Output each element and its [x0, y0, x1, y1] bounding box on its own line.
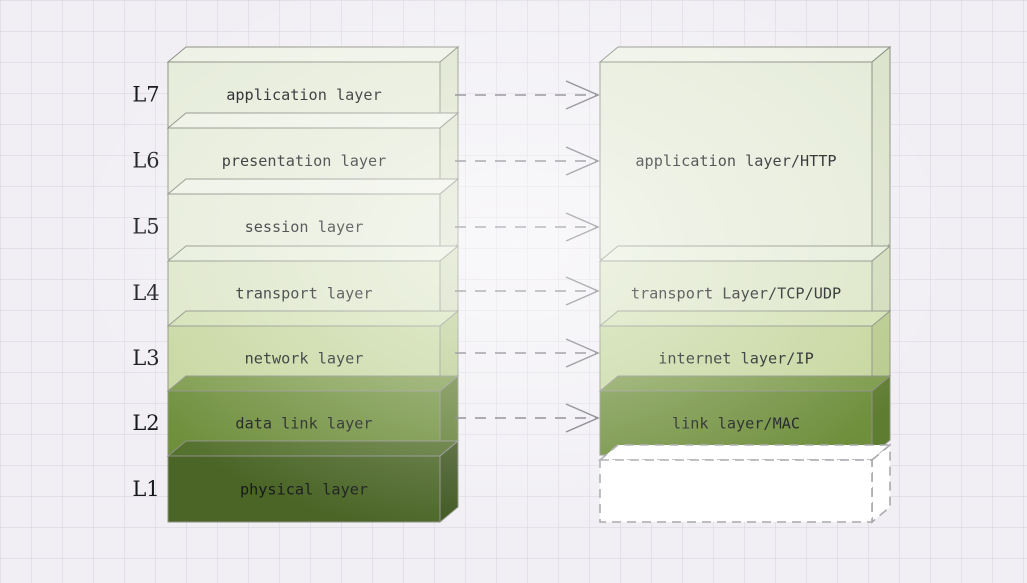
tcpip-layer-4-front-face: [599, 459, 873, 523]
tcpip-layer-0-top-face: [598, 46, 892, 63]
osi-layer-3-top-face: [166, 245, 460, 262]
osi-layer-0-label: application layer: [226, 86, 381, 104]
osi-layer-1-label: presentation layer: [222, 152, 387, 170]
osi-layer-6-label: physical layer: [240, 480, 368, 498]
tcpip-layer-4-top-face: [597, 444, 893, 461]
connector-L4-to-transport: [455, 276, 600, 306]
connector-L7-to-application: [455, 80, 600, 110]
osi-layer-5-label: data link layer: [235, 414, 372, 432]
tcpip-layer-1-label: transport Layer/TCP/UDP: [631, 284, 841, 302]
tcpip-layer-0-side-face: [871, 45, 891, 261]
level-label-l6: L6: [132, 149, 159, 173]
tcpip-layer-2-label: internet layer/IP: [658, 349, 813, 367]
level-label-l7: L7: [132, 83, 159, 107]
osi-layer-6-top-face: [166, 440, 460, 457]
osi-layer-2-top-face: [166, 178, 460, 195]
level-label-l5: L5: [132, 215, 159, 239]
level-label-l4: L4: [132, 281, 159, 305]
level-label-l1: L1: [132, 477, 159, 501]
diagram-canvas: application layer presentation layer sessi…: [0, 0, 1027, 583]
tcpip-layer-3-label: link layer/MAC: [672, 414, 800, 432]
level-label-l3: L3: [132, 346, 159, 370]
osi-layer-5-top-face: [166, 375, 460, 392]
mapping-connectors: [455, 80, 600, 433]
osi-layer-0-top-face: [166, 46, 460, 63]
osi-layer-6[interactable]: physical layer: [166, 439, 460, 524]
osi-layer-stack: application layer presentation layer sessi…: [166, 45, 460, 524]
osi-level-labels: L7 L6 L5 L4 L3 L2 L1: [132, 83, 159, 502]
osi-tcpip-diagram: application layer presentation layer sessi…: [132, 45, 893, 524]
connector-L5-to-application: [455, 212, 600, 242]
tcpip-layer-4[interactable]: [597, 443, 893, 524]
osi-layer-1-top-face: [166, 112, 460, 129]
osi-layer-3-label: transport layer: [235, 284, 372, 302]
level-label-l2: L2: [132, 411, 159, 435]
connector-L2-to-link: [455, 403, 600, 433]
osi-layer-6-side-face: [439, 439, 459, 524]
tcpip-layer-stack: application layer/HTTP transport Layer/TC…: [597, 45, 893, 524]
tcpip-layer-1-top-face: [598, 245, 892, 262]
tcpip-layer-3[interactable]: link layer/MAC: [598, 374, 892, 457]
osi-layer-2-label: session layer: [245, 218, 364, 236]
tcpip-layer-0-label: application layer/HTTP: [635, 152, 836, 170]
tcpip-layer-2-top-face: [598, 310, 892, 327]
osi-layer-4-label: network layer: [245, 349, 364, 367]
connector-L6-to-application: [455, 146, 600, 176]
osi-layer-4-top-face: [166, 310, 460, 327]
connector-L3-to-internet: [455, 338, 600, 368]
tcpip-layer-3-top-face: [598, 375, 892, 392]
tcpip-layer-0[interactable]: application layer/HTTP: [598, 45, 892, 261]
